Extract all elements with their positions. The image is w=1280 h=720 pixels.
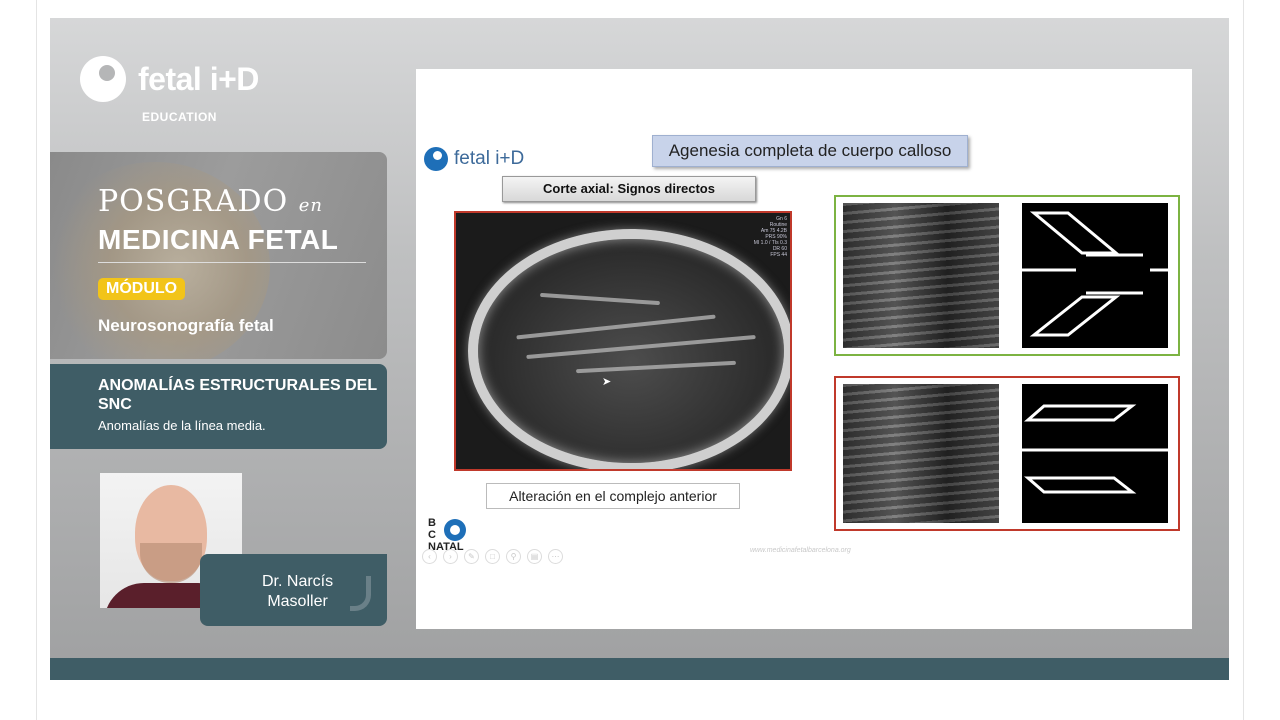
agenesis-diagram-svg [1022,404,1168,494]
brand-block: fetal i+D EDUCATION [80,56,259,124]
skull-outline [468,229,790,469]
slide-title: Agenesia completa de cuerpo calloso [652,135,968,167]
prev-control-icon[interactable]: ‹ [422,549,437,564]
view-control-icon[interactable]: ▤ [527,549,542,564]
slide-logo: fetal i+D [424,147,524,171]
brand-logo-icon [80,56,126,102]
slide-logo-text: fetal i+D [454,148,525,169]
presenter-beard [140,543,202,583]
slide-footer-url: www.medicinafetalbarcelona.org [750,547,851,554]
copy-control-icon[interactable]: □ [485,549,500,564]
pen-control-icon[interactable]: ✎ [464,549,479,564]
normal-diagram-svg [1022,211,1168,337]
normal-diagram [1022,203,1168,348]
program-title: MEDICINA FETAL [98,224,339,255]
presenter-name-line1: Dr. Narcís [262,573,334,590]
right-border [1243,0,1244,720]
slide-logo-icon [424,147,448,171]
topic-subtitle: Anomalías de la línea media. [98,418,266,433]
slide-player-controls: ‹ › ✎ □ ⚲ ▤ ⋯ [422,549,563,564]
bcnatal-eye-icon [444,519,466,541]
module-name: Neurosonografía fetal [98,316,274,335]
presenter-name-card: Dr. Narcís Masoller [200,554,387,626]
topic-card: ANOMALÍAS ESTRUCTURALES DEL SNC Anomalía… [50,364,387,449]
slide-subtitle: Corte axial: Signos directos [502,176,756,202]
presenter-name: Dr. Narcís Masoller [262,572,333,612]
card-divider [98,262,366,263]
left-border [36,0,37,720]
presenter-name-line2: Masoller [267,593,328,610]
module-badge: MÓDULO [98,278,186,300]
normal-ultrasound-thumb [843,203,999,348]
lecture-slide: fetal i+D Agenesia completa de cuerpo ca… [416,69,1192,629]
program-script-word: POSGRADO [98,184,289,219]
ultrasound-axial-image: Gn 6 Routine Am 75 4.2B PRS 90% MI 1.0 /… [454,211,792,471]
more-control-icon[interactable]: ⋯ [548,549,563,564]
next-control-icon[interactable]: › [443,549,458,564]
course-card: POSGRADO en MEDICINA FETAL MÓDULO Neuros… [50,152,387,359]
program-en: en [298,195,323,216]
brand-mark-icon [350,576,371,611]
bcnatal-logo-c: C [428,529,436,541]
agenesis-ultrasound-thumb [843,384,999,523]
player-bottom-bar [50,658,1229,680]
cursor-icon: ➤ [602,376,612,388]
ultrasound-settings: Gn 6 Routine Am 75 4.2B PRS 90% MI 1.0 /… [753,216,787,258]
agenesis-diagram [1022,384,1168,523]
brand-logo: fetal i+D [80,56,259,102]
video-player[interactable]: fetal i+D EDUCATION POSGRADO en MEDICINA… [50,18,1229,680]
topic-title: ANOMALÍAS ESTRUCTURALES DEL SNC [98,377,377,413]
agenesis-comparison-panel [834,376,1180,531]
bcnatal-logo-b: B [428,517,436,529]
bcnatal-logo: B C NATAL [428,517,466,553]
normal-comparison-panel [834,195,1180,356]
zoom-control-icon[interactable]: ⚲ [506,549,521,564]
brand-name: fetal i+D [138,60,259,97]
brand-subtitle: EDUCATION [142,110,217,124]
program-script: POSGRADO en [98,184,323,219]
slide-caption: Alteración en el complejo anterior [486,483,740,509]
